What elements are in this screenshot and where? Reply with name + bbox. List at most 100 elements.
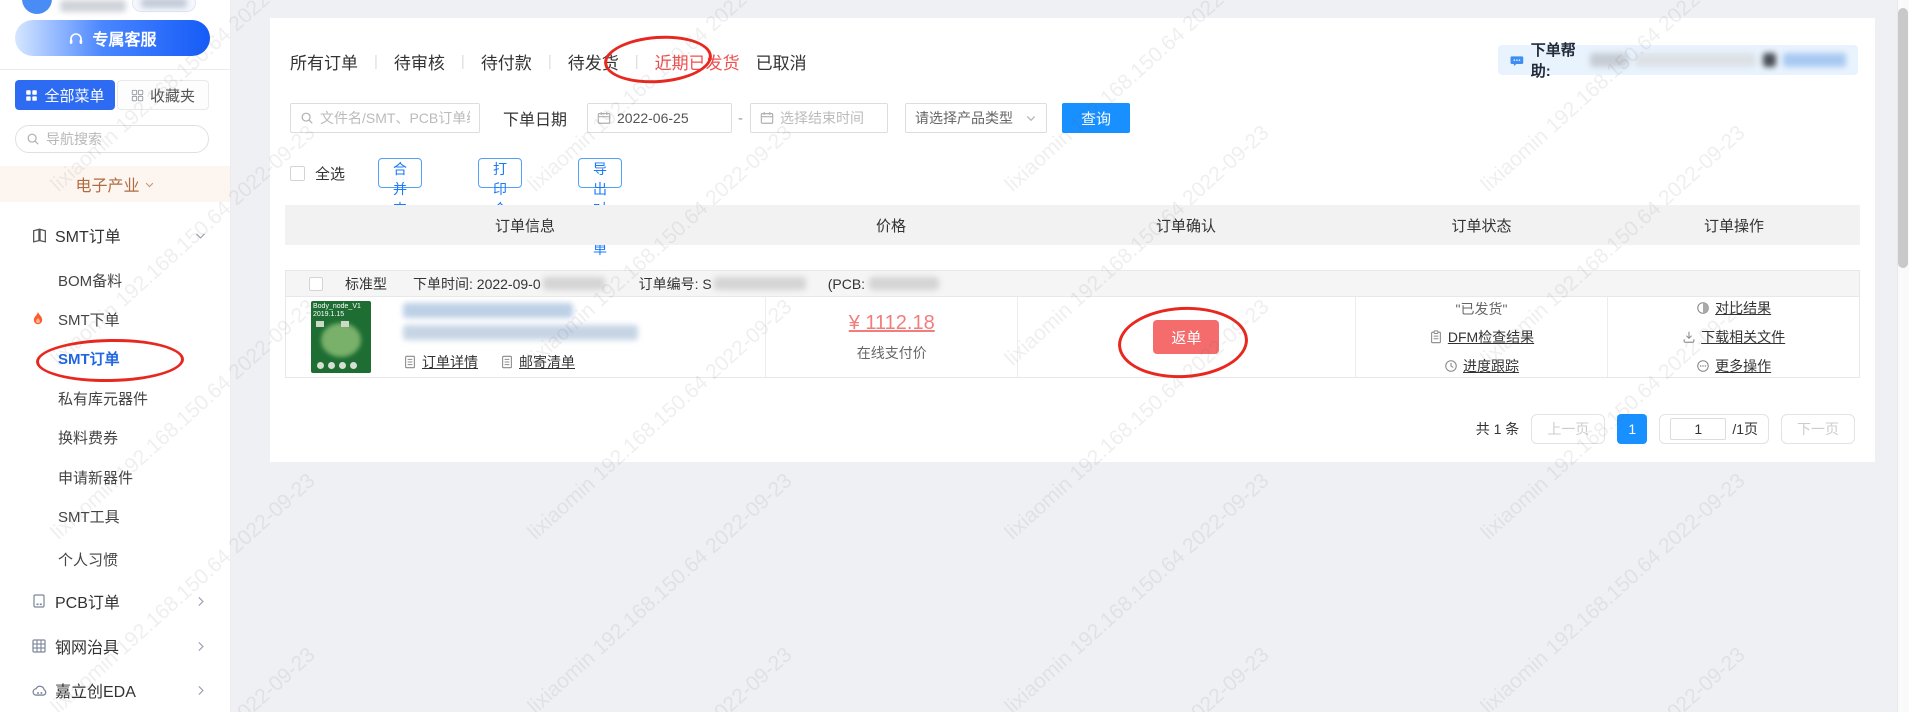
more-actions-link[interactable]: 更多操作 (1696, 356, 1771, 376)
pcb-pad (341, 321, 349, 327)
chevron-right-icon (194, 595, 207, 608)
tab-pending-shipment[interactable]: 待发货 (568, 49, 619, 74)
page-jump-input[interactable] (1670, 418, 1726, 440)
order-detail-link[interactable]: 订单详情 (403, 352, 478, 372)
select-all-checkbox[interactable] (290, 166, 305, 181)
col-order-confirm: 订单确认 (1017, 215, 1355, 236)
divider (0, 69, 230, 70)
sidebar-group-eda[interactable]: 嘉立创EDA (0, 670, 231, 710)
nav-search-box[interactable] (15, 125, 209, 153)
sidebar-item-new-part[interactable]: 申请新器件 (0, 457, 231, 497)
print-contract-button[interactable]: 打印合同 (478, 158, 522, 188)
calendar-icon (597, 111, 611, 125)
start-date-picker[interactable] (587, 103, 732, 133)
dfm-result-link[interactable]: DFM检查结果 (1429, 327, 1534, 347)
order-type: 标准型 (345, 274, 387, 294)
industry-selector[interactable]: 电子产业 (0, 166, 230, 202)
chevron-down-icon (144, 179, 155, 190)
current-page-button[interactable]: 1 (1617, 414, 1647, 444)
order-links: 订单详情 邮寄清单 (403, 352, 638, 372)
redacted-badge-text (141, 0, 187, 8)
pagination: 共 1 条 上一页 1 /1页 下一页 (1476, 414, 1855, 444)
sidebar-item-smt-place-order[interactable]: SMT下单 (0, 299, 231, 339)
sidebar-item-smt-order[interactable]: SMT订单 (0, 338, 231, 378)
end-date-input[interactable] (780, 110, 878, 126)
redacted-help-contact (1635, 53, 1756, 67)
start-date-input[interactable] (617, 110, 722, 126)
tab-pending-review[interactable]: 待审核 (394, 49, 445, 74)
cloud-icon (31, 682, 48, 699)
watermark-text: lixiaomin 192.168.150.64 2022-09-23 (523, 469, 797, 712)
sidebar-group-smt-order[interactable]: SMT订单 (0, 215, 231, 255)
col-price: 价格 (765, 215, 1017, 236)
sidebar-item-personal-pref[interactable]: 个人习惯 (0, 539, 231, 579)
order-pcb-prefix: (PCB: (828, 276, 865, 292)
select-all-label: 全选 (315, 163, 345, 184)
sidebar-group-pcb-order[interactable]: PCB订单 (0, 581, 231, 621)
tab-separator: | (548, 53, 552, 70)
user-badge (132, 0, 196, 12)
redacted-order-no (714, 277, 806, 290)
download-files-link[interactable]: 下载相关文件 (1682, 327, 1785, 347)
mailing-list-link[interactable]: 邮寄清单 (500, 352, 575, 372)
tab-all-orders[interactable]: 所有订单 (290, 49, 358, 74)
date-range-separator: - (738, 110, 743, 127)
compare-result-link[interactable]: 对比结果 (1696, 298, 1771, 318)
progress-track-link[interactable]: 进度跟踪 (1444, 356, 1519, 376)
sidebar-item-smt-tools[interactable]: SMT工具 (0, 496, 231, 536)
sidebar-item-label: 申请新器件 (58, 467, 133, 488)
chevron-right-icon (194, 640, 207, 653)
document-icon (403, 355, 417, 369)
order-info-cell: Body_node_V12019.1.15 (286, 297, 765, 377)
tab-favorites[interactable]: 收藏夹 (117, 80, 209, 110)
tab-separator: | (461, 53, 465, 70)
sidebar-item-label: SMT下单 (58, 309, 120, 330)
nav-search-input[interactable] (46, 131, 186, 147)
filter-bar: 下单日期 - 请选择产品类型 查询 (290, 103, 1855, 133)
tab-all-menu[interactable]: 全部菜单 (15, 80, 115, 110)
sidebar-item-private-lib[interactable]: 私有库元器件 (0, 378, 231, 418)
group-label: 嘉立创EDA (55, 678, 136, 702)
tab-recently-shipped[interactable]: 近期已发货 (655, 49, 740, 74)
grid-icon (25, 89, 38, 102)
order-search-input[interactable] (320, 110, 470, 126)
export-statement-button[interactable]: 导出对账单 (578, 158, 622, 188)
group-label: 钢网治具 (55, 634, 119, 658)
pcb-thumbnail[interactable]: Body_node_V12019.1.15 (311, 301, 371, 373)
avatar[interactable] (22, 0, 52, 14)
page-total-label: /1页 (1732, 419, 1758, 439)
pcb-hole (350, 362, 357, 369)
product-type-select[interactable]: 请选择产品类型 (905, 103, 1047, 133)
sidebar-group-stencil[interactable]: 钢网治具 (0, 626, 231, 666)
sidebar-item-bom[interactable]: BOM备料 (0, 260, 231, 300)
sidebar: 专属客服 全部菜单 收藏夹 电子产业 SMT订单 (0, 0, 231, 712)
tab-cancelled[interactable]: 已取消 (756, 49, 807, 74)
sidebar-item-label: 私有库元器件 (58, 388, 148, 409)
order-search-box[interactable] (290, 103, 480, 133)
tab-pending-payment[interactable]: 待付款 (481, 49, 532, 74)
order-checkbox[interactable] (309, 277, 323, 291)
reorder-button[interactable]: 返单 (1153, 320, 1219, 354)
dedicated-support-button[interactable]: 专属客服 (15, 20, 210, 56)
order-status-tabs: 所有订单| 待审核| 待付款| 待发货| 近期已发货 已取消 (290, 48, 807, 74)
query-button[interactable]: 查询 (1062, 103, 1130, 133)
prev-page-button[interactable]: 上一页 (1531, 414, 1605, 444)
clipboard-icon (1429, 330, 1443, 344)
scrollbar-track[interactable] (1897, 0, 1909, 712)
status-cell: "已发货" DFM检查结果 进度跟踪 (1355, 297, 1608, 377)
scrollbar-thumb[interactable] (1898, 8, 1908, 268)
price-cell: ¥ 1112.18 在线支付价 (765, 297, 1017, 377)
next-page-button[interactable]: 下一页 (1781, 414, 1855, 444)
sidebar-item-label: BOM备料 (58, 270, 122, 291)
order-meta-row: 标准型 下单时间: 2022-09-0 订单编号: S (PCB: (285, 270, 1860, 296)
clock-icon (1444, 359, 1458, 373)
end-date-picker[interactable] (750, 103, 888, 133)
table-header: 订单信息 价格 订单确认 订单状态 订单操作 (285, 205, 1860, 245)
merge-pay-button[interactable]: 合并支付 (378, 158, 422, 188)
tab-all-menu-label: 全部菜单 (44, 85, 104, 106)
order-row: Body_node_V12019.1.15 (285, 296, 1860, 378)
total-count: 共 1 条 (1476, 419, 1520, 439)
order-price-link[interactable]: ¥ 1112.18 (849, 312, 935, 335)
sidebar-item-material-coupon[interactable]: 换料费券 (0, 417, 231, 457)
search-icon (300, 111, 314, 125)
